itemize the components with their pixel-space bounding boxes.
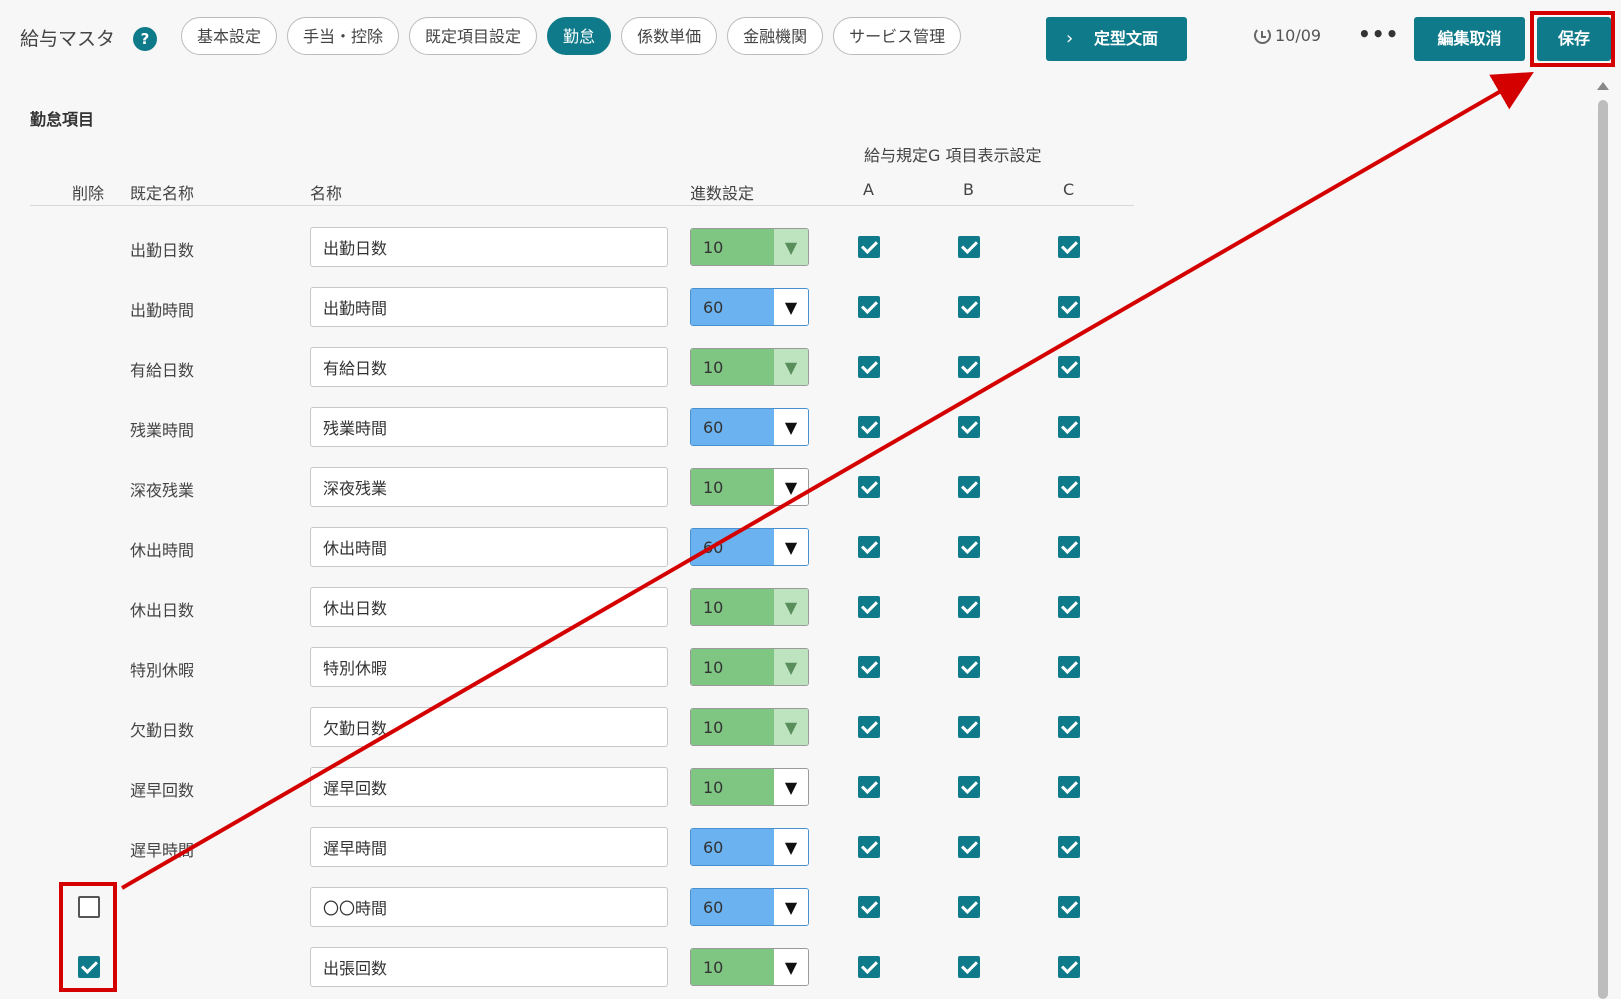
- annotation-arrow: [120, 71, 1534, 890]
